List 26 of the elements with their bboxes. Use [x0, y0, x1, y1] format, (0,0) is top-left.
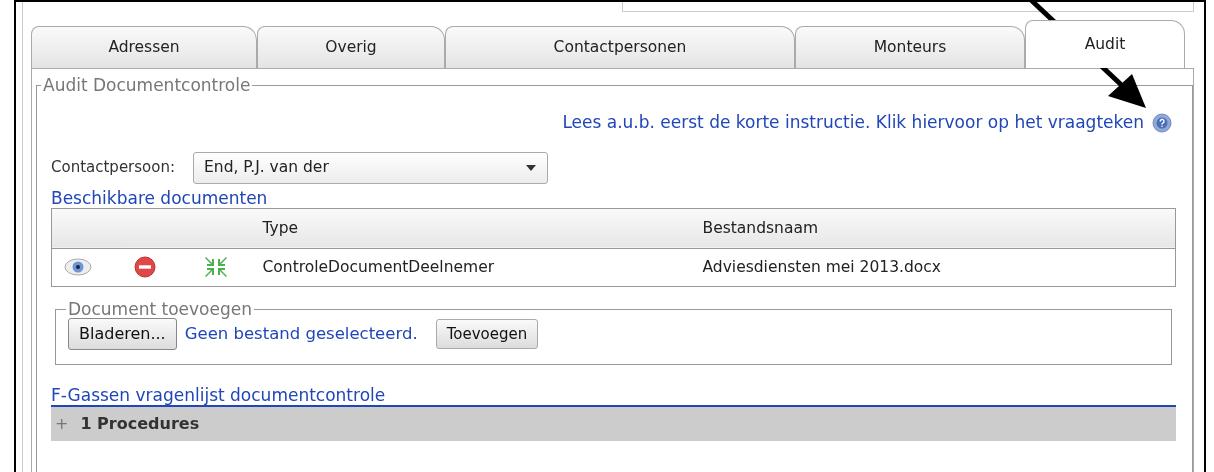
accordion-header[interactable]: + 1 Procedures [51, 405, 1176, 442]
section-title: Beschikbare documenten [51, 187, 269, 208]
contact-label: Contactpersoon: [51, 157, 175, 179]
add-button[interactable]: Toevoegen [435, 318, 539, 350]
column-header: Bestandsnaam [701, 208, 1176, 249]
contact-dropdown[interactable]: End, P.J. van der [193, 151, 548, 184]
column-header: Type [261, 208, 702, 249]
tab[interactable]: Adressen [31, 26, 257, 68]
file-status-text: Geen bestand geselecteerd. [184, 322, 418, 345]
section-title: F-Gassen vragenlijst documentcontrole [51, 384, 387, 406]
help-icon[interactable] [1152, 112, 1172, 133]
section-legend: Document toevoegen [66, 300, 254, 318]
browse-button[interactable]: Bladeren... [68, 317, 177, 350]
tab[interactable]: Overig [257, 26, 445, 68]
section-legend: Audit Documentcontrole [41, 77, 253, 94]
instruction-text: Lees a.u.b. eerst de korte instructie. Klik hiervoor op het vraagteken [562, 111, 1144, 134]
eye-icon[interactable] [64, 258, 92, 277]
remove-icon[interactable] [133, 256, 156, 279]
section-label: 1 Procedures [80, 413, 200, 436]
tab[interactable]: Monteurs [795, 26, 1025, 68]
tab[interactable]: Contactpersonen [445, 26, 795, 68]
tab[interactable]: Audit [1025, 20, 1185, 68]
collapse-arrows-icon[interactable] [203, 255, 228, 280]
table-cell: ControleDocumentDeelnemer [261, 248, 702, 287]
table-cell: Adviesdiensten mei 2013.docx [701, 248, 1176, 287]
caret-icon [525, 163, 537, 172]
